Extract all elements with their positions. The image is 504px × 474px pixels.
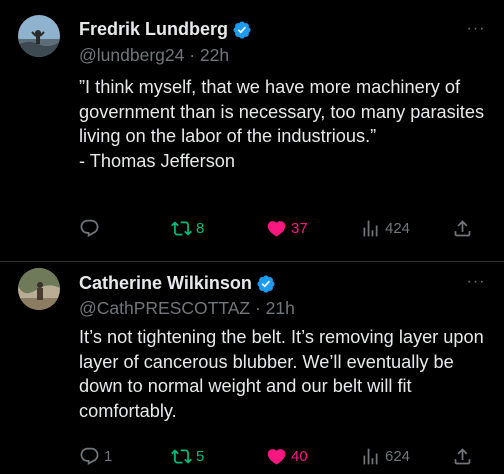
- view-count: 424: [385, 219, 411, 237]
- verified-badge-icon: [257, 274, 275, 293]
- like-heart-icon: [267, 448, 286, 465]
- like-button[interactable]: 40: [266, 445, 308, 467]
- share-button[interactable]: [452, 217, 473, 239]
- like-count: 40: [291, 447, 308, 465]
- retweet-count: 8: [196, 219, 205, 237]
- views-button[interactable]: 624: [360, 445, 410, 467]
- reply-button[interactable]: [79, 217, 104, 239]
- avatar[interactable]: [18, 268, 60, 310]
- reply-count: 1: [104, 447, 113, 465]
- share-icon: [454, 219, 471, 236]
- more-icon[interactable]: ···: [466, 19, 486, 39]
- share-icon: [454, 447, 471, 464]
- author-name[interactable]: Catherine Wilkinson: [79, 273, 252, 294]
- reply-button[interactable]: 1: [79, 445, 112, 467]
- author-handle[interactable]: @lundberg24: [79, 45, 184, 65]
- handle-line: @lundberg24 · 22h: [79, 45, 229, 66]
- timestamp[interactable]: 21h: [266, 298, 295, 318]
- tweet-text: It’s not tightening the belt. It’s remov…: [79, 327, 484, 421]
- views-icon: [363, 220, 378, 236]
- author-handle[interactable]: @CathPRESCOTTAZ: [79, 298, 250, 318]
- action-bar: 1 5 40 624: [79, 445, 484, 467]
- action-bar: 8 37 424: [79, 217, 484, 239]
- avatar[interactable]: [18, 15, 60, 57]
- retweet-icon: [171, 220, 192, 236]
- retweet-count: 5: [196, 447, 205, 465]
- view-count: 624: [385, 447, 411, 465]
- reply-icon: [80, 447, 99, 465]
- author-name[interactable]: Fredrik Lundberg: [79, 19, 228, 40]
- dot-separator: ·: [254, 298, 261, 318]
- reply-icon: [80, 219, 99, 237]
- retweet-button[interactable]: 5: [171, 445, 204, 467]
- handle-line: @CathPRESCOTTAZ · 21h: [79, 298, 295, 319]
- like-count: 37: [291, 219, 308, 237]
- verified-badge-icon: [233, 20, 251, 39]
- tweet-header: Fredrik Lundberg: [79, 19, 494, 40]
- more-icon[interactable]: ···: [466, 272, 486, 292]
- like-button[interactable]: 37: [266, 217, 308, 239]
- views-icon: [363, 448, 378, 464]
- like-heart-icon: [267, 220, 286, 237]
- retweet-icon: [171, 448, 192, 464]
- timestamp[interactable]: 22h: [200, 45, 229, 65]
- tweet-text: ”I think myself, that we have more machi…: [79, 77, 485, 171]
- views-button[interactable]: 424: [360, 217, 410, 239]
- share-button[interactable]: [452, 445, 473, 467]
- tweet-header: Catherine Wilkinson: [79, 273, 494, 294]
- tweet-item[interactable]: Fredrik Lundberg @lundberg24 · 22h ··· ”…: [0, 0, 504, 262]
- retweet-button[interactable]: 8: [171, 217, 204, 239]
- tweet-item[interactable]: Catherine Wilkinson @CathPRESCOTTAZ · 21…: [0, 262, 504, 474]
- dot-separator: ·: [189, 45, 196, 65]
